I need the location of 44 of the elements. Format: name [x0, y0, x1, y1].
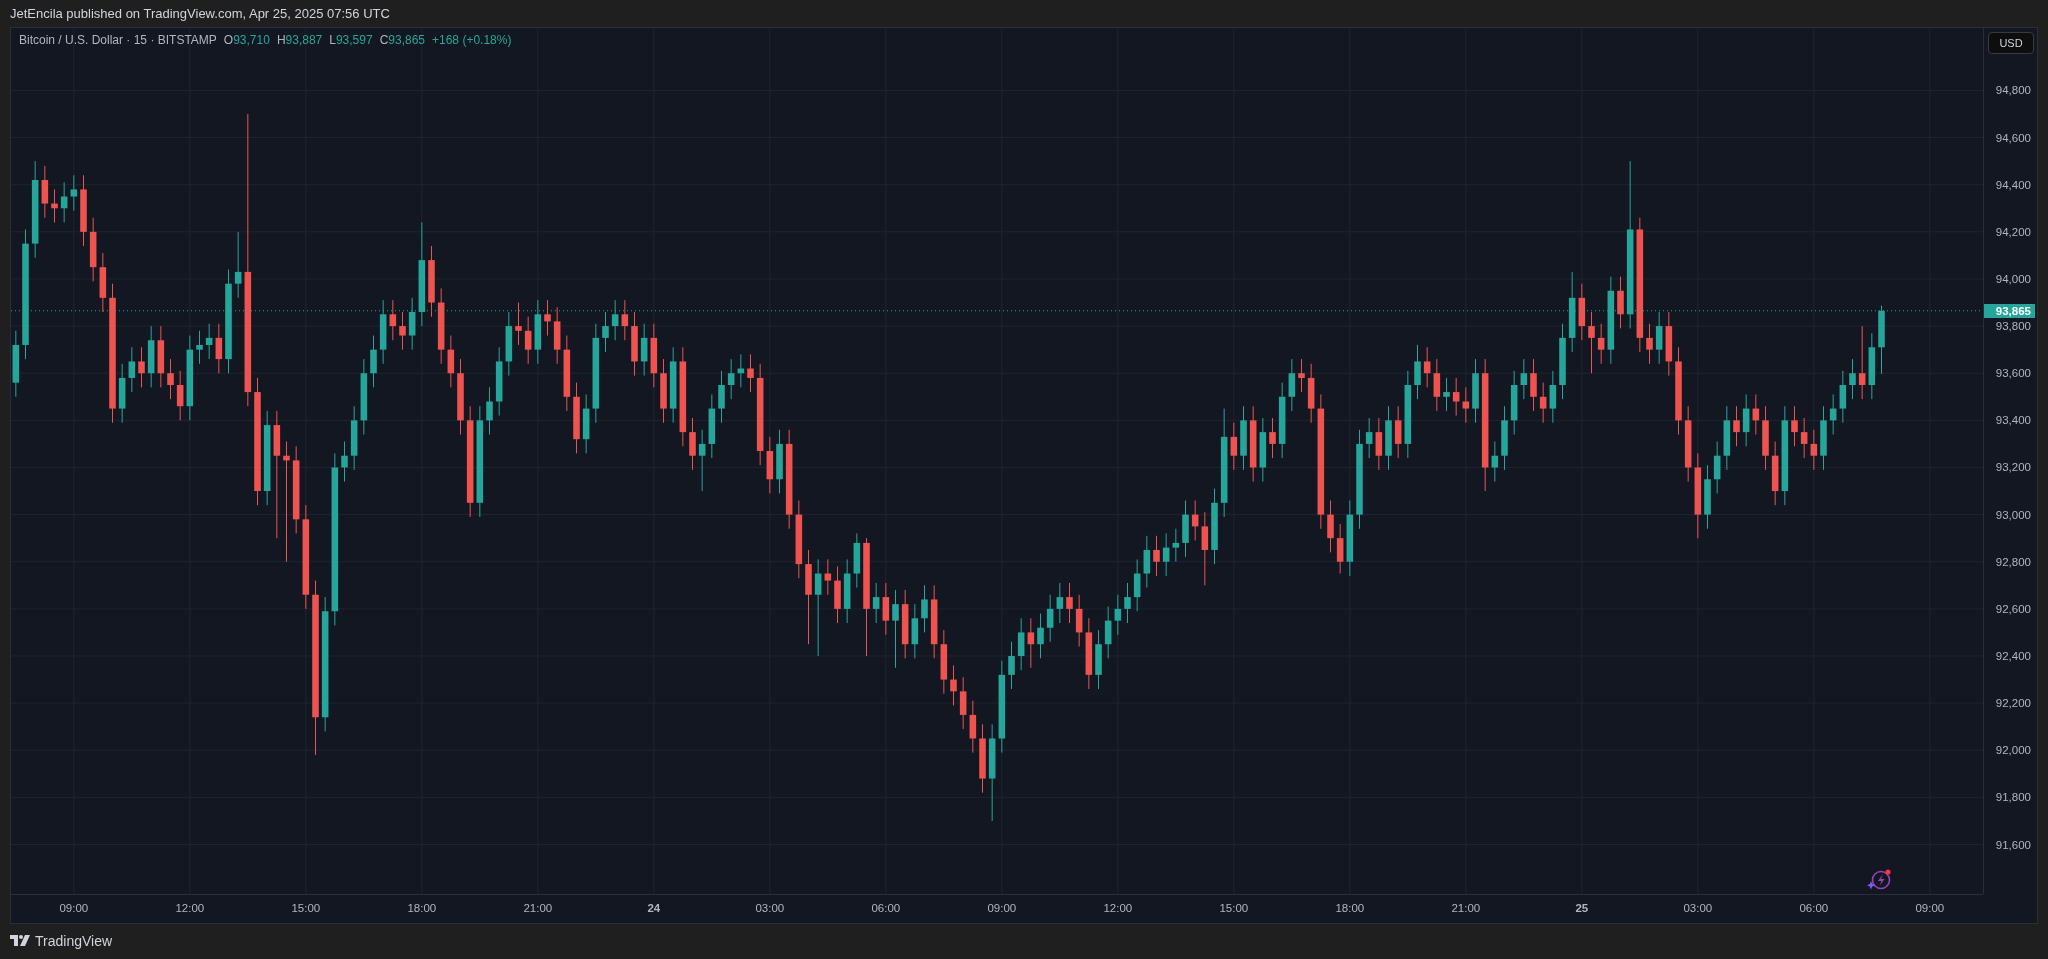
price-axis-label: 92,800 — [1995, 555, 2031, 568]
price-axis-label: 94,600 — [1995, 131, 2031, 144]
time-axis-label: 25 — [1575, 902, 1589, 914]
price-axis-label: 91,600 — [1995, 838, 2031, 851]
price-axis-label: 94,400 — [1995, 178, 2031, 191]
price-reading: C93,865 — [379, 33, 425, 47]
last-price-badge: 93,865 — [1984, 303, 2035, 318]
time-axis-label: 12:00 — [175, 902, 205, 914]
price-reading: O93,710 — [223, 33, 270, 47]
time-axis-label: 09:00 — [59, 902, 89, 914]
time-axis-label: 09:00 — [987, 902, 1017, 914]
price-axis-label: 93,000 — [1995, 508, 2031, 521]
time-axis-label: 15:00 — [291, 902, 321, 914]
time-axis-label: 21:00 — [1451, 902, 1481, 914]
price-change: +168 (+0.18%) — [432, 33, 512, 47]
time-axis-label: 21:00 — [523, 902, 553, 914]
time-axis-label: 03:00 — [1683, 902, 1713, 914]
publish-info: JetEncila published on TradingView.com, Apr 25, 2025 07:56 UTC — [10, 6, 390, 21]
price-axis-label: 93,400 — [1995, 414, 2031, 427]
price-axis-label: 91,800 — [1995, 791, 2031, 804]
time-axis-label: 24 — [647, 902, 661, 914]
price-axis-label: 94,000 — [1995, 272, 2031, 285]
price-reading: H93,887 — [276, 33, 323, 47]
time-axis-label: 06:00 — [1799, 902, 1829, 914]
time-axis-label: 12:00 — [1103, 902, 1133, 914]
time-axis-label: 15:00 — [1219, 902, 1249, 914]
brand-name: TradingView — [35, 932, 113, 949]
time-axis-label: 06:00 — [871, 902, 901, 914]
time-axis-label: 18:00 — [1335, 902, 1365, 914]
price-axis-label: 92,000 — [1995, 744, 2031, 757]
price-axis-label: 94,800 — [1995, 84, 2031, 97]
symbol-title: Bitcoin / U.S. Dollar · 15 · BITSTAMP — [19, 33, 217, 47]
price-axis-label: 94,200 — [1995, 225, 2031, 238]
price-axis-label: 93,200 — [1995, 461, 2031, 474]
price-reading: L93,597 — [329, 33, 373, 47]
price-axis-label: 92,600 — [1995, 602, 2031, 615]
time-axis-label: 09:00 — [1915, 902, 1945, 914]
price-axis-label: 93,800 — [1995, 320, 2031, 333]
currency-button[interactable]: USD — [1988, 32, 2034, 54]
price-axis-label: 93,600 — [1995, 367, 2031, 380]
time-axis-label: 03:00 — [755, 902, 785, 914]
time-axis-label: 18:00 — [407, 902, 437, 914]
price-axis-label: 92,400 — [1995, 650, 2031, 662]
price-axis-label: 92,200 — [1995, 697, 2031, 710]
